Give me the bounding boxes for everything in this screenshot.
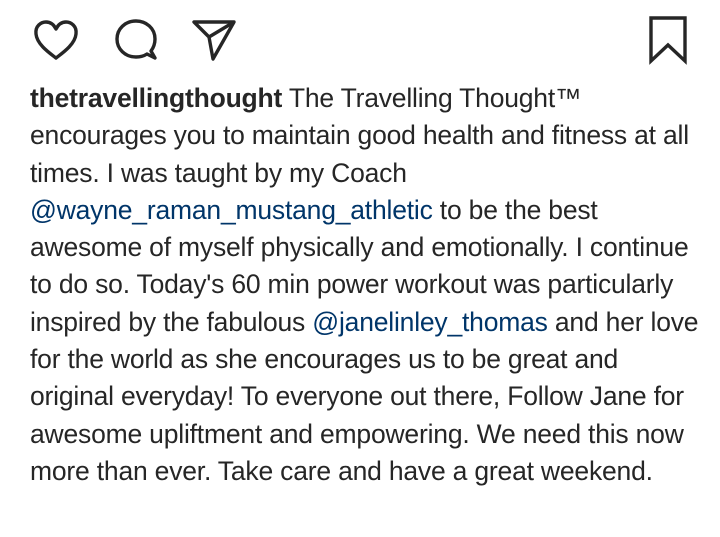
save-button[interactable] <box>642 14 694 66</box>
post-action-bar <box>0 0 720 80</box>
post-caption: thetravellingthought The Travelling Thou… <box>30 80 702 490</box>
share-button[interactable] <box>188 14 240 66</box>
paper-plane-icon <box>192 20 236 61</box>
caption-mention[interactable]: @janelinley_thomas <box>312 307 548 337</box>
bookmark-icon <box>649 16 687 65</box>
speech-bubble-icon <box>115 19 157 60</box>
comment-button[interactable] <box>110 14 162 66</box>
like-button[interactable] <box>30 14 82 66</box>
heart-icon <box>34 20 78 60</box>
caption-username[interactable]: thetravellingthought <box>30 83 282 113</box>
caption-mention[interactable]: @wayne_raman_mustang_athletic <box>30 195 433 225</box>
